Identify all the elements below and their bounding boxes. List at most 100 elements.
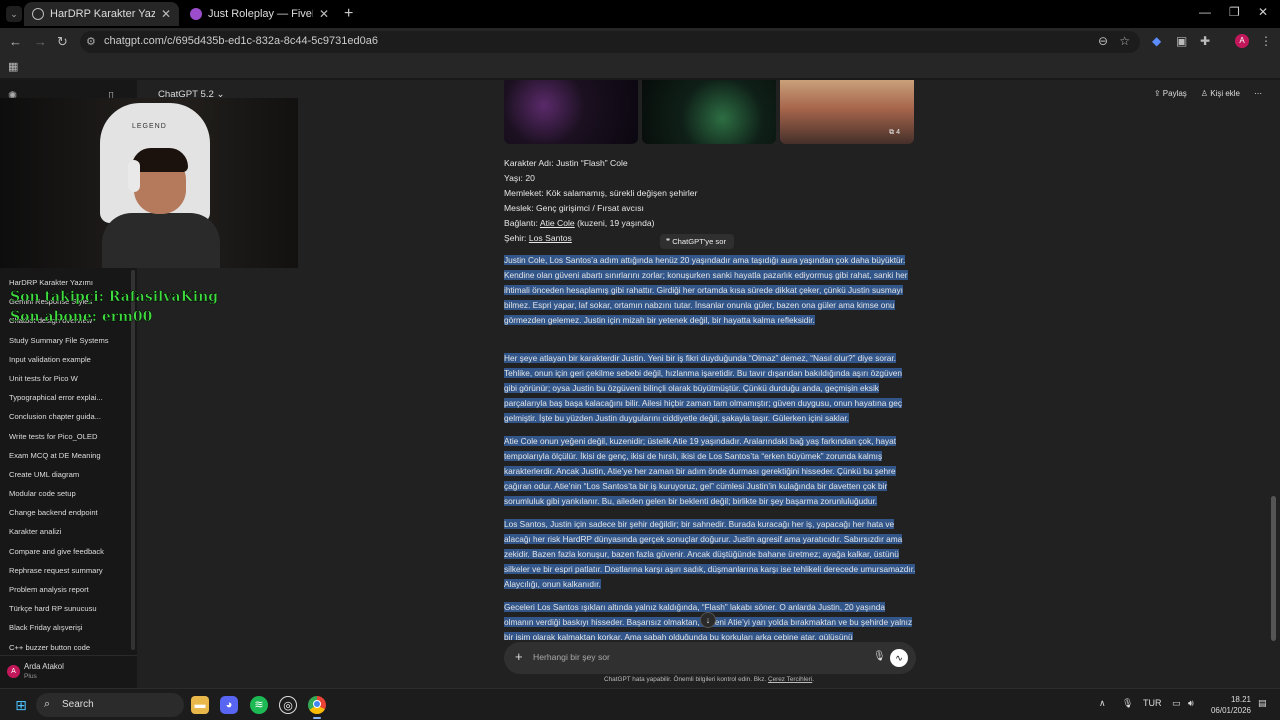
image-count-badge: ⧉ 4	[889, 129, 900, 137]
voice-mode-button[interactable]: ∿	[890, 649, 908, 667]
story-paragraph: Los Santos, Justin için sadece bir şehir…	[504, 517, 916, 592]
window-close-button[interactable]: ✕	[1258, 5, 1268, 19]
tab-hardrp[interactable]: HarDRP Karakter Yazımı ✕	[24, 2, 179, 26]
apps-grid-icon[interactable]: ▦	[8, 60, 18, 73]
ask-chatgpt-label: ChatGPT'ye sor	[672, 237, 726, 246]
image-count: 4	[896, 129, 900, 136]
chair-brand: LEGEND	[132, 123, 167, 130]
close-icon[interactable]: ✕	[161, 7, 171, 21]
share-label: Paylaş	[1162, 89, 1187, 98]
share-button[interactable]: ⇪ Paylaş	[1154, 89, 1187, 98]
sidebar-chat-item[interactable]: Exam MCQ at DE Meaning	[0, 446, 131, 465]
mic-icon[interactable]: 🎙︎	[873, 651, 886, 662]
last-sub-text: Son abone: erm00	[10, 309, 153, 326]
sidebar-scrollbar[interactable]	[131, 270, 135, 650]
add-person-label: Kişi ekle	[1210, 89, 1240, 98]
obs-icon[interactable]: ◎	[279, 696, 297, 714]
sidebar-chat-item[interactable]: Black Friday alışverişi	[0, 618, 131, 637]
tab-strip: ⌄ HarDRP Karakter Yazımı ✕ Just Roleplay…	[0, 0, 1280, 28]
scroll-to-bottom-button[interactable]: ↓	[700, 612, 716, 628]
address-bar[interactable]: ⚙ chatgpt.com/c/695d435b-ed1c-832a-8c44-…	[80, 31, 1140, 53]
discord-icon[interactable]: ◕	[220, 696, 238, 714]
sidebar-chat-item[interactable]: Türkçe hard RP sunucusu	[0, 599, 131, 618]
sidebar-chat-item[interactable]: Input validation example	[0, 350, 131, 369]
share-icon: ⇪	[1153, 89, 1163, 98]
tab-title: Just Roleplay — FiveM Roleplay	[208, 8, 313, 20]
image-gallery: ⧉ 4	[504, 80, 916, 144]
windows-start-icon[interactable]: ⊞	[12, 696, 30, 714]
fact-link-suffix: (kuzeni, 19 yaşında)	[574, 218, 655, 229]
sidebar-chat-item[interactable]: Rephrase request summary	[0, 561, 131, 580]
prompt-input[interactable]: Herhangi bir şey sor	[533, 652, 610, 662]
extensions-puzzle-icon[interactable]: ✚	[1200, 34, 1210, 48]
justrp-icon	[190, 8, 202, 20]
tab-just-roleplay[interactable]: Just Roleplay — FiveM Roleplay ✕	[182, 2, 337, 26]
profile-avatar[interactable]: A	[1235, 34, 1249, 48]
sidebar-chat-item[interactable]: Compare and give feedback	[0, 542, 131, 561]
tray-overflow-icon[interactable]: ∧	[1099, 698, 1106, 709]
sidebar-chat-item[interactable]: Karakter analizi	[0, 522, 131, 541]
minimize-button[interactable]: —	[1199, 5, 1211, 19]
sidebar-chat-item[interactable]: Problem analysis report	[0, 580, 131, 599]
zoom-icon[interactable]: ⊖	[1098, 34, 1108, 48]
sidebar-chat-item[interactable]: Typographical error explai...	[0, 388, 131, 407]
volume-icon[interactable]: 🔊︎	[1188, 698, 1194, 709]
fact-age: Yaşı: 20	[504, 173, 535, 184]
fact-link: Bağlantı: Atie Cole (kuzeni, 19 yaşında)	[504, 216, 697, 231]
plus-icon[interactable]: +	[515, 650, 523, 664]
page-scrollbar[interactable]	[1271, 496, 1276, 641]
last-follower-text: Son takipçi: RafasilvaKing	[10, 289, 219, 306]
fact-city-name[interactable]: Los Santos	[529, 233, 572, 243]
cookie-preferences-link[interactable]: Çerez Tercihleri	[768, 676, 812, 683]
language-indicator[interactable]: TUR	[1143, 698, 1162, 708]
network-icon[interactable]: ▭	[1172, 698, 1181, 709]
gallery-image[interactable]	[504, 80, 638, 144]
sidebar-chat-item[interactable]: C++ buzzer button code	[0, 638, 131, 657]
selected-text: Los Santos, Justin için sadece bir şehir…	[504, 519, 916, 590]
close-icon[interactable]: ✕	[319, 7, 329, 21]
gallery-image[interactable]: ⧉ 4	[780, 80, 914, 144]
maximize-button[interactable]: ❐	[1229, 5, 1240, 19]
message-composer[interactable]: + Herhangi bir şey sor 🎙︎ ∿	[504, 642, 916, 674]
extension-icon[interactable]: ▣	[1176, 34, 1187, 48]
sidebar-chat-item[interactable]: Create UML diagram	[0, 465, 131, 484]
taskbar-search[interactable]: ⌕ Search	[36, 693, 184, 717]
site-info-icon[interactable]: ⚙	[86, 35, 96, 48]
selected-text: Justin Cole, Los Santos’a adım attığında…	[504, 255, 908, 326]
sidebar-chat-item[interactable]: Change backend endpoint	[0, 503, 131, 522]
gallery-image[interactable]	[642, 80, 776, 144]
tab-search-button[interactable]: ⌄	[6, 6, 22, 22]
stream-alerts: Son takipçi: RafasilvaKing Son abone: er…	[10, 287, 219, 327]
search-icon: ⌕	[44, 698, 51, 710]
reload-button[interactable]: ↻	[57, 34, 68, 50]
chrome-icon[interactable]	[308, 696, 326, 714]
search-label: Search	[62, 699, 94, 710]
forward-button[interactable]: →	[34, 34, 47, 49]
notifications-icon[interactable]: ▤	[1258, 698, 1267, 709]
story-paragraph: Atie Cole onun yeğeni değil, kuzenidir; …	[504, 434, 916, 509]
sidebar-chat-item[interactable]: Modular code setup	[0, 484, 131, 503]
fact-link-name[interactable]: Atie Cole	[540, 218, 575, 228]
new-tab-button[interactable]: +	[344, 5, 353, 23]
file-explorer-icon[interactable]: ▬	[191, 696, 209, 714]
back-button[interactable]: ←	[9, 34, 22, 49]
ask-chatgpt-button[interactable]: ❞ ChatGPT'ye sor	[660, 234, 734, 249]
sidebar-chat-item[interactable]: Write tests for Pico_OLED	[0, 427, 131, 446]
more-menu-icon[interactable]: ⋮	[1260, 34, 1272, 48]
sidebar-chat-item[interactable]: Unit tests for Pico W	[0, 369, 131, 388]
extension-icon[interactable]: ◆	[1152, 34, 1161, 48]
disclaimer: ChatGPT hata yapabilir. Önemli bilgileri…	[0, 676, 1280, 683]
toolbar: ← → ↻ ⚙ chatgpt.com/c/695d435b-ed1c-832a…	[0, 28, 1280, 56]
more-options-icon[interactable]: ⋯	[1254, 89, 1262, 98]
sidebar-chat-item[interactable]: Conclusion chapter guida...	[0, 407, 131, 426]
sidebar-chat-item[interactable]: Study Summary File Systems	[0, 331, 131, 350]
add-person-button[interactable]: ♙ Kişi ekle	[1201, 89, 1240, 98]
bookmark-star-icon[interactable]: ☆	[1119, 34, 1130, 48]
header-actions: ⇪ Paylaş ♙ Kişi ekle ⋯	[1154, 89, 1262, 98]
mic-tray-icon[interactable]: 🎙︎	[1122, 698, 1133, 709]
windows-taskbar: ⊞ ⌕ Search ▬ ◕ ≋ ◎ ∧ 🎙︎ TUR ▭ 🔊︎ 18.21 0…	[0, 688, 1280, 720]
spotify-icon[interactable]: ≋	[250, 696, 268, 714]
clock[interactable]: 18.21 06/01/2026	[1205, 694, 1251, 716]
person-icon: ♙	[1200, 89, 1211, 98]
user-account[interactable]: A Arda Atakol Plus	[0, 655, 137, 688]
